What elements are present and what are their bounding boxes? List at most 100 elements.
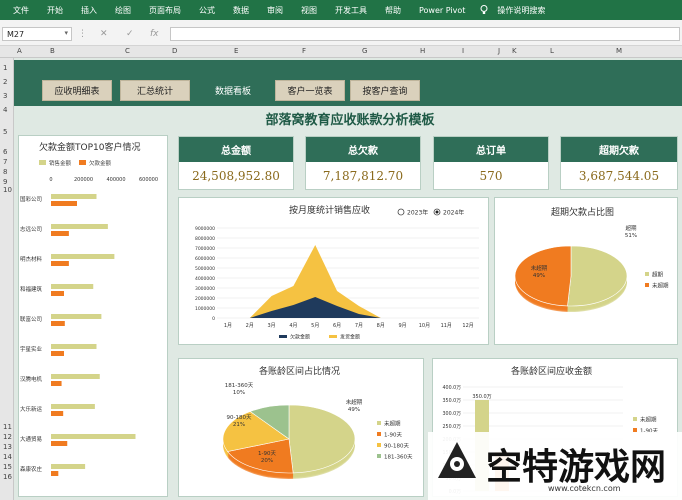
row-header[interactable]: 5 xyxy=(3,128,7,136)
column-header[interactable]: B xyxy=(50,47,55,55)
search-tell-me[interactable]: 操作说明搜索 xyxy=(488,5,554,16)
column-header[interactable]: A xyxy=(17,47,22,55)
row-header[interactable]: 15 xyxy=(3,463,12,471)
bar-debt xyxy=(51,381,62,386)
bar-debt xyxy=(51,351,64,356)
data-label: 49% xyxy=(533,273,545,279)
menu-help[interactable]: 帮助 xyxy=(376,5,410,16)
tab-receivables-detail[interactable]: 应收明细表 xyxy=(42,80,112,101)
tab-dashboard[interactable]: 数据看板 xyxy=(198,80,268,101)
legend-swatch xyxy=(645,283,649,287)
category-label: 和福建筑 xyxy=(20,285,43,293)
x-tick-label: 400000 xyxy=(106,177,125,183)
insert-function-icon[interactable]: fx xyxy=(150,29,159,39)
aging-pie-panel[interactable]: 各账龄区间占比情况 未超期 49% 1-90天 20% 90-180天 21% 181-36… xyxy=(178,358,424,497)
watermark: 空特游戏网 www.cotekcn.com xyxy=(428,432,682,500)
row-header[interactable]: 10 xyxy=(3,186,12,194)
bar-debt xyxy=(51,471,59,476)
column-header[interactable]: H xyxy=(420,47,425,55)
column-header[interactable]: L xyxy=(550,47,554,55)
legend-swatch xyxy=(377,443,381,447)
row-header[interactable]: 3 xyxy=(3,92,7,100)
enter-check-icon[interactable]: ✓ xyxy=(126,29,134,39)
tab-customer-list[interactable]: 客户一览表 xyxy=(275,80,345,101)
legend-label: 90-180天 xyxy=(384,443,409,450)
monthly-chart-panel[interactable]: 按月度统计销售应收 2023年 2024年 0 1000000 2000000 30000… xyxy=(178,197,489,345)
x-tick-label: 6月 xyxy=(333,323,341,329)
category-label: 宇星实业 xyxy=(20,345,43,353)
menu-power-pivot[interactable]: Power Pivot xyxy=(410,6,474,15)
y-tick-label: 8000000 xyxy=(195,236,215,242)
data-label: 1-90天 xyxy=(258,450,276,457)
y-tick-label: 5000000 xyxy=(195,266,215,272)
menu-formulas[interactable]: 公式 xyxy=(190,5,224,16)
bar-sales xyxy=(51,434,136,439)
row-header[interactable]: 9 xyxy=(3,178,7,186)
column-header[interactable]: J xyxy=(498,47,500,55)
menu-insert[interactable]: 插入 xyxy=(72,5,106,16)
row-header[interactable]: 16 xyxy=(3,473,12,481)
data-label: 10% xyxy=(233,390,245,396)
more-options-icon[interactable]: ⋮ xyxy=(78,29,87,39)
kpi-label: 总订单 xyxy=(434,137,548,162)
menu-file[interactable]: 文件 xyxy=(4,5,38,16)
row-header[interactable]: 6 xyxy=(3,148,7,156)
tab-customer-query[interactable]: 按客户查询 xyxy=(350,80,420,101)
column-headers: A B C D E F G H I J K L M xyxy=(0,46,682,58)
row-header[interactable]: 14 xyxy=(3,453,12,461)
row-header[interactable]: 1 xyxy=(3,64,7,72)
row-header[interactable]: 7 xyxy=(3,158,7,166)
y-tick-label: 6000000 xyxy=(195,256,215,262)
category-label: 联富公司 xyxy=(20,315,42,323)
row-header[interactable]: 11 xyxy=(3,423,12,431)
column-header[interactable]: F xyxy=(302,47,306,55)
kpi-label: 总金额 xyxy=(179,137,293,162)
y-tick-label: 400.0万 xyxy=(442,385,461,391)
menu-review[interactable]: 审阅 xyxy=(258,5,292,16)
column-header[interactable]: C xyxy=(125,47,130,55)
aging-pie-chart: 未超期49%1-90天20%90-180天21%181-360天10%未超期1-… xyxy=(222,382,413,479)
legend-swatch xyxy=(377,421,381,425)
chevron-down-icon[interactable]: ▾ xyxy=(64,29,68,38)
menu-draw[interactable]: 绘图 xyxy=(106,5,140,16)
column-header[interactable]: K xyxy=(512,47,517,55)
column-header[interactable]: G xyxy=(362,47,367,55)
formula-input[interactable] xyxy=(170,27,680,41)
tab-summary[interactable]: 汇总统计 xyxy=(120,80,190,101)
kpi-label: 超期欠款 xyxy=(561,137,677,162)
legend-label: 超期 xyxy=(652,271,664,279)
column-header[interactable]: D xyxy=(172,47,177,55)
y-tick-label: 250.0万 xyxy=(442,424,461,430)
kpi-overdue-debt: 超期欠款 3,687,544.05 xyxy=(560,136,678,190)
kpi-value: 570 xyxy=(479,168,503,183)
menu-view[interactable]: 视图 xyxy=(292,5,326,16)
bar-debt xyxy=(51,291,64,296)
menu-home[interactable]: 开始 xyxy=(38,5,72,16)
x-tick-label: 8月 xyxy=(377,323,385,329)
row-header[interactable]: 8 xyxy=(3,168,7,176)
column-header[interactable]: E xyxy=(234,47,238,55)
menu-developer[interactable]: 开发工具 xyxy=(326,5,376,16)
category-label: 志远公司 xyxy=(20,225,42,233)
name-box[interactable]: M27 ▾ xyxy=(2,27,72,41)
menu-page-layout[interactable]: 页面布局 xyxy=(140,5,190,16)
row-header[interactable]: 2 xyxy=(3,78,7,86)
top10-chart-panel[interactable]: 欠款金额TOP10客户情况 销售金额 欠款金额 0 200000 400000 60000… xyxy=(18,135,168,497)
kpi-total-orders: 总订单 570 xyxy=(433,136,549,190)
column-header[interactable]: M xyxy=(616,47,622,55)
data-label: 20% xyxy=(261,458,273,464)
row-header[interactable]: 13 xyxy=(3,443,12,451)
header-band xyxy=(14,60,682,106)
y-tick-label: 4000000 xyxy=(195,276,215,282)
kpi-value: 7,187,812.70 xyxy=(322,168,404,183)
x-tick-label: 9月 xyxy=(398,323,406,329)
row-header[interactable]: 4 xyxy=(3,106,7,114)
overdue-pie-panel[interactable]: 超期欠款占比图 超期 51% 未超期 49% 超期 未超期 xyxy=(494,197,678,345)
column-header[interactable]: I xyxy=(462,47,464,55)
cancel-icon[interactable]: ✕ xyxy=(100,29,108,39)
row-header[interactable]: 12 xyxy=(3,433,12,441)
y-tick-label: 2000000 xyxy=(195,296,215,302)
menu-data[interactable]: 数据 xyxy=(224,5,258,16)
name-box-value: M27 xyxy=(7,30,25,39)
x-tick-label: 12月 xyxy=(462,323,473,329)
